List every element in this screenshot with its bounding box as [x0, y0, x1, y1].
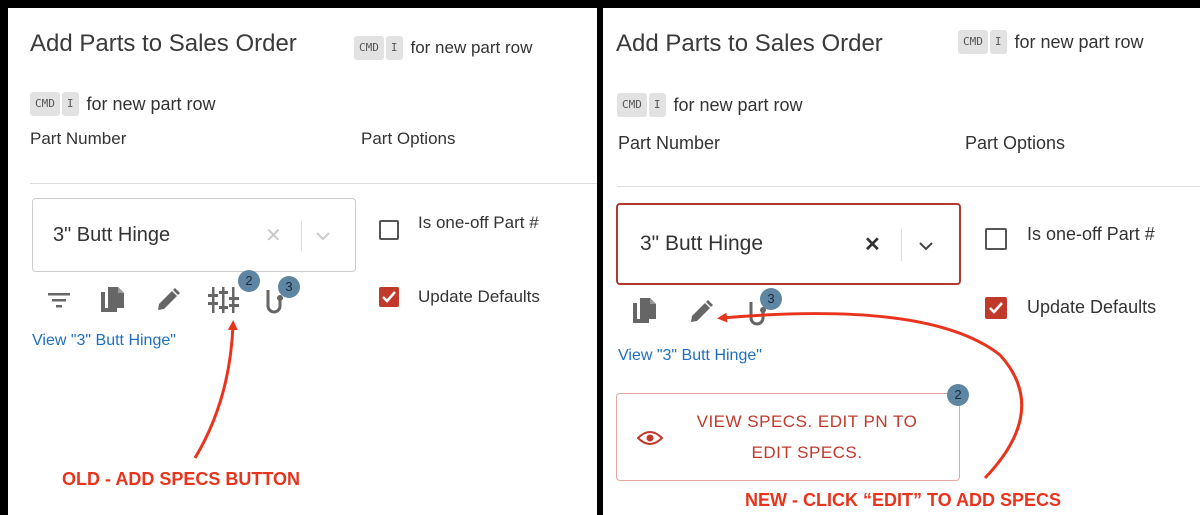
specs-icon[interactable]	[208, 286, 240, 314]
part-number-select[interactable]: 3" Butt Hinge ✕	[32, 198, 356, 272]
view-specs-label-2: EDIT SPECS.	[751, 443, 863, 462]
key-cmd: CMD	[354, 36, 384, 60]
part-number-select[interactable]: 3" Butt Hinge ✕	[616, 203, 961, 285]
callout-new-edit-specs: NEW - CLICK “EDIT” TO ADD SPECS	[745, 490, 1062, 510]
key-i: I	[61, 92, 79, 116]
one-off-checkbox[interactable]	[379, 220, 399, 240]
check-icon	[989, 302, 1003, 314]
new-row-hint: CMD I for new part row	[30, 92, 216, 116]
hint-text: for new part row	[86, 93, 216, 114]
view-part-link[interactable]: View "3" Butt Hinge"	[618, 347, 762, 365]
one-off-label: Is one-off Part #	[1027, 224, 1155, 244]
view-specs-button[interactable]: VIEW SPECS. EDIT PN TO EDIT SPECS.	[616, 393, 960, 481]
part-number-value: 3" Butt Hinge	[640, 232, 764, 255]
view-specs-label-1: VIEW SPECS. EDIT PN TO	[696, 412, 918, 431]
chevron-down-icon[interactable]	[918, 241, 934, 251]
panel-new: Add Parts to Sales Order CMD I for new pa…	[603, 8, 1200, 515]
specs-count-badge: 2	[238, 270, 260, 292]
close-icon[interactable]: ✕	[265, 223, 282, 248]
check-icon	[382, 291, 396, 303]
key-cmd: CMD	[958, 30, 988, 54]
column-header-part-options: Part Options	[965, 133, 1066, 153]
panel-old: Add Parts to Sales Order CMD I for new pa…	[8, 8, 597, 515]
hint-text: for new part row	[410, 38, 533, 57]
hook-count-badge: 3	[278, 276, 300, 298]
new-row-hint-top: CMD I for new part row	[354, 36, 532, 60]
eye-icon	[637, 431, 663, 445]
hint-text: for new part row	[673, 94, 803, 115]
callout-old-specs-button: OLD - ADD SPECS BUTTON	[62, 469, 301, 489]
edit-pencil-icon[interactable]	[689, 300, 713, 324]
update-defaults-checkbox[interactable]	[985, 297, 1007, 319]
view-part-link[interactable]: View "3" Butt Hinge"	[32, 332, 176, 350]
key-cmd: CMD	[30, 92, 60, 116]
column-header-part-options: Part Options	[361, 129, 456, 148]
filter-icon[interactable]	[47, 290, 71, 310]
new-row-hint-top: CMD I for new part row	[958, 30, 1144, 54]
update-defaults-label: Update Defaults	[418, 287, 540, 306]
copy-icon[interactable]	[632, 297, 658, 325]
update-defaults-label: Update Defaults	[1027, 297, 1157, 317]
close-icon[interactable]: ✕	[864, 232, 881, 257]
new-row-hint: CMD I for new part row	[617, 93, 803, 117]
key-i: I	[385, 36, 403, 60]
hook-count-badge: 3	[760, 288, 782, 310]
column-header-part-number: Part Number	[30, 129, 127, 148]
header-divider	[617, 186, 1200, 187]
column-header-part-number: Part Number	[618, 133, 721, 153]
key-i: I	[989, 30, 1007, 54]
edit-pencil-icon[interactable]	[156, 288, 180, 312]
hint-text: for new part row	[1014, 31, 1144, 52]
chevron-down-icon[interactable]	[315, 231, 331, 241]
key-i: I	[648, 93, 666, 117]
part-number-value: 3" Butt Hinge	[53, 224, 171, 246]
copy-icon[interactable]	[100, 286, 126, 314]
page-title: Add Parts to Sales Order	[616, 30, 883, 57]
key-cmd: CMD	[617, 93, 647, 117]
page-title: Add Parts to Sales Order	[30, 30, 297, 57]
update-defaults-checkbox[interactable]	[379, 287, 399, 307]
select-separator	[301, 221, 302, 251]
header-divider	[30, 183, 597, 184]
select-separator	[901, 229, 902, 261]
specs-count-badge: 2	[947, 384, 969, 406]
one-off-checkbox[interactable]	[985, 228, 1007, 250]
one-off-label: Is one-off Part #	[418, 213, 539, 232]
